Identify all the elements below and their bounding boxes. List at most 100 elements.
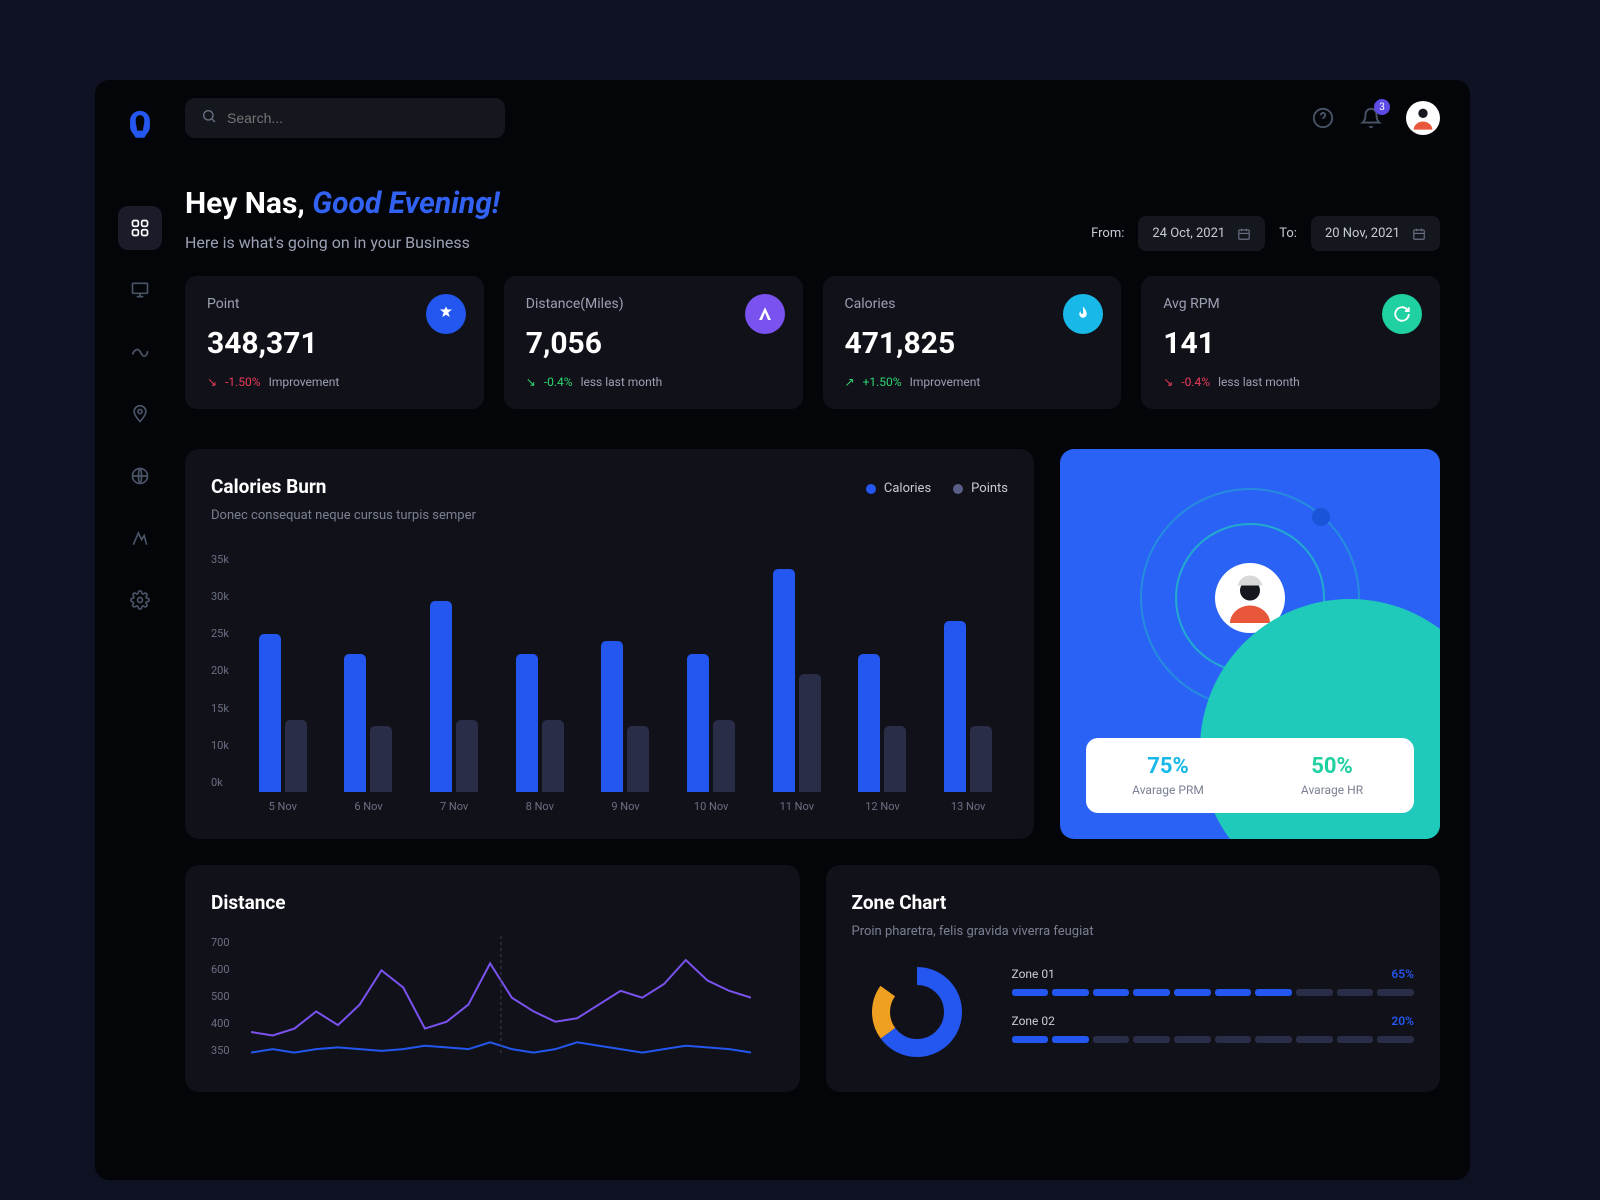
zone-seg — [1255, 1036, 1292, 1043]
calories-chart: 35k30k25k20k15k10k0k 5 Nov 6 Nov 7 Nov 8… — [211, 553, 1008, 813]
greeting-suffix: Good Evening! — [312, 186, 499, 221]
bar-group[interactable]: 7 Nov — [414, 562, 494, 813]
kpi-title: Distance(Miles) — [526, 296, 781, 312]
greeting-prefix: Hey Nas, — [185, 186, 312, 221]
bar-group[interactable]: 5 Nov — [243, 562, 323, 813]
kpi-title: Point — [207, 296, 462, 312]
bar-group[interactable]: 13 Nov — [928, 562, 1008, 813]
kpi-avg-rpm[interactable]: Avg RPM 141 ↘ -0.4% less last month — [1141, 276, 1440, 409]
zone-seg — [1052, 1036, 1089, 1043]
kpi-point[interactable]: Point 348,371 ↘ -1.50% Improvement — [185, 276, 484, 409]
calories-burn-card: Calories Burn Donec consequat neque curs… — [185, 449, 1034, 839]
help-button[interactable] — [1310, 105, 1336, 131]
calories-legend: Calories Points — [866, 481, 1008, 496]
nav-presentation[interactable] — [118, 268, 162, 312]
kpi-icon — [1382, 294, 1422, 334]
date-from[interactable]: 24 Oct, 2021 — [1138, 216, 1265, 251]
kpi-icon — [426, 294, 466, 334]
sidebar — [95, 80, 185, 1180]
kpi-trend: +1.50% — [863, 375, 902, 389]
avatar[interactable] — [1406, 101, 1440, 135]
bar-points — [542, 720, 564, 792]
nav-settings[interactable] — [118, 578, 162, 622]
bar-label: 12 Nov — [865, 800, 899, 813]
bar-group[interactable]: 10 Nov — [671, 562, 751, 813]
bar-calories — [944, 621, 966, 792]
nav-activity[interactable] — [118, 330, 162, 374]
zone-seg — [1093, 1036, 1130, 1043]
zone-seg — [1337, 1036, 1374, 1043]
y-tick: 600 — [211, 963, 230, 976]
kpi-distance-miles-[interactable]: Distance(Miles) 7,056 ↘ -0.4% less last … — [504, 276, 803, 409]
avg-prm-label: Avarage PRM — [1094, 783, 1242, 797]
logo — [119, 104, 161, 146]
y-tick: 350 — [211, 1044, 230, 1057]
profile-card: 75% Avarage PRM 50% Avarage HR — [1060, 449, 1440, 839]
kpi-icon — [745, 294, 785, 334]
kpi-title: Avg RPM — [1163, 296, 1418, 312]
y-tick: 15k — [211, 702, 229, 715]
zone-seg — [1337, 989, 1374, 996]
nav-goals[interactable] — [118, 516, 162, 560]
search-input[interactable] — [227, 110, 489, 126]
bar-group[interactable]: 11 Nov — [757, 562, 837, 813]
notifications-button[interactable]: 3 — [1358, 105, 1384, 131]
bar-label: 6 Nov — [354, 800, 382, 813]
bar-group[interactable]: 8 Nov — [500, 562, 580, 813]
zone-seg — [1296, 989, 1333, 996]
kpi-trend: -1.50% — [225, 375, 261, 389]
bar-points — [285, 720, 307, 792]
avg-prm-value: 75% — [1094, 754, 1242, 779]
calendar-icon — [1237, 227, 1251, 241]
bar-points — [456, 720, 478, 792]
bar-calories — [344, 654, 366, 792]
hero: Hey Nas, Good Evening! Here is what's go… — [185, 156, 1440, 276]
date-to-value: 20 Nov, 2021 — [1325, 226, 1400, 241]
kpi-calories[interactable]: Calories 471,825 ↗ +1.50% Improvement — [823, 276, 1122, 409]
zone-seg — [1012, 1036, 1049, 1043]
legend-calories: Calories — [884, 481, 931, 496]
kpi-value: 141 — [1163, 326, 1418, 361]
zone-seg — [1093, 989, 1130, 996]
zone-row: Zone 02 20% — [1012, 1014, 1415, 1043]
bar-label: 5 Nov — [269, 800, 297, 813]
zone-card: Zone Chart Proin pharetra, felis gravida… — [826, 865, 1441, 1092]
bar-group[interactable]: 12 Nov — [843, 562, 923, 813]
distance-card: Distance 700600500400350 — [185, 865, 800, 1092]
zone-seg — [1012, 989, 1049, 996]
kpi-trend-label: less last month — [1218, 375, 1300, 389]
zone-seg — [1377, 1036, 1414, 1043]
nav-location[interactable] — [118, 392, 162, 436]
bar-calories — [516, 654, 538, 792]
bar-group[interactable]: 6 Nov — [329, 562, 409, 813]
calories-subtitle: Donec consequat neque cursus turpis semp… — [211, 508, 476, 523]
y-tick: 30k — [211, 590, 229, 603]
zone-seg — [1255, 989, 1292, 996]
distance-title: Distance — [211, 891, 774, 914]
bar-label: 7 Nov — [440, 800, 468, 813]
search-box[interactable] — [185, 98, 505, 138]
y-tick: 35k — [211, 553, 229, 566]
date-from-value: 24 Oct, 2021 — [1152, 226, 1225, 241]
profile-avatar — [1215, 563, 1285, 633]
zone-seg — [1133, 1036, 1170, 1043]
avg-hr-value: 50% — [1258, 754, 1406, 779]
zone-percent: 65% — [1391, 967, 1414, 981]
y-tick: 0k — [211, 776, 229, 789]
bar-points — [884, 726, 906, 792]
nav-globe[interactable] — [118, 454, 162, 498]
nav-dashboard[interactable] — [118, 206, 162, 250]
zone-name: Zone 01 — [1012, 967, 1055, 981]
y-tick: 25k — [211, 627, 229, 640]
orbit-graphic — [1130, 478, 1370, 718]
bar-points — [799, 674, 821, 792]
legend-dot-calories — [866, 484, 876, 494]
calendar-icon — [1412, 227, 1426, 241]
zone-seg — [1215, 1036, 1252, 1043]
date-to[interactable]: 20 Nov, 2021 — [1311, 216, 1440, 251]
bar-group[interactable]: 9 Nov — [586, 562, 666, 813]
distance-chart: 700600500400350 — [211, 936, 774, 1066]
kpi-trend-label: less last month — [581, 375, 663, 389]
kpi-trend-label: Improvement — [910, 375, 981, 389]
kpi-trend: -0.4% — [544, 375, 573, 389]
